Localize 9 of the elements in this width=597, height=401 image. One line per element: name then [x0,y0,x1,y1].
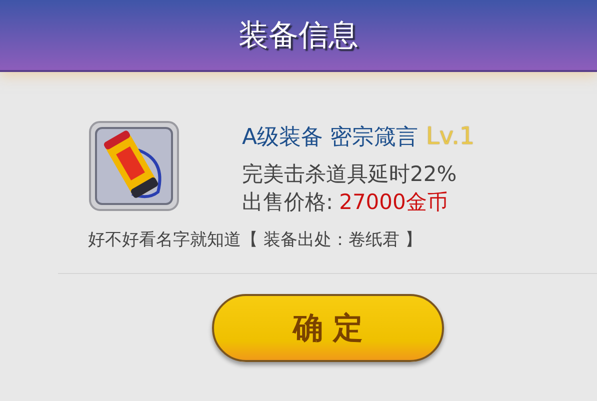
item-name: A级装备 密宗箴言 [242,124,418,152]
item-description: 好不好看名字就知道【 装备出处：卷纸君 】 [88,229,423,251]
item-effect: 完美击杀道具延时22% [242,161,458,188]
price-label: 出售价格: [242,189,334,216]
item-icon [88,120,180,212]
price-value: 27000金币 [339,189,448,216]
window-title: 装备信息 [238,16,358,54]
item-level: Lv.1 [426,122,475,150]
confirm-button[interactable]: 确 定 [212,294,444,362]
